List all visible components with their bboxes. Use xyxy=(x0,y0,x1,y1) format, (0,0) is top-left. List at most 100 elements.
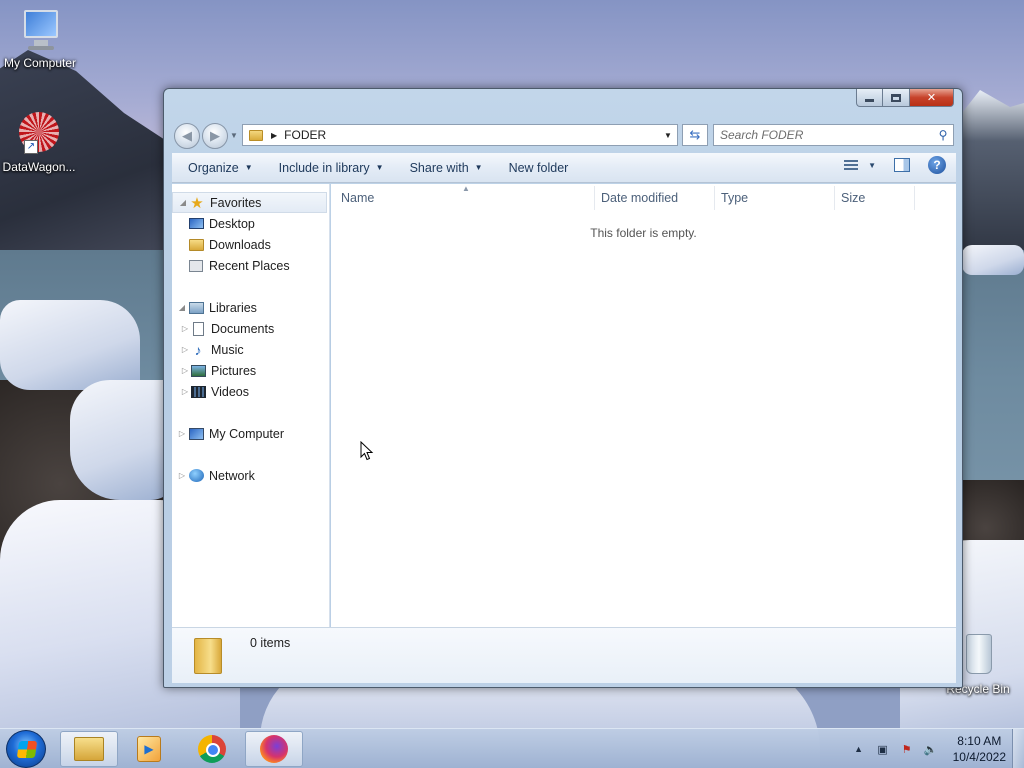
expand-triangle-icon[interactable]: ▷ xyxy=(180,387,190,396)
taskbar-chrome[interactable] xyxy=(183,731,241,767)
show-desktop-button[interactable] xyxy=(1012,729,1024,768)
navigation-pane: ◢ ★ Favorites Desktop Downloads Recent P… xyxy=(172,184,330,627)
nav-network[interactable]: ▷ Network xyxy=(172,465,329,486)
nav-item-label: Music xyxy=(211,342,244,357)
close-button[interactable]: ✕ xyxy=(910,89,954,107)
nav-item-label: Recent Places xyxy=(209,258,290,273)
media-player-icon: ▶ xyxy=(137,736,161,762)
nav-my-computer[interactable]: ▷ My Computer xyxy=(172,423,329,444)
search-box[interactable]: ⚲ xyxy=(713,124,954,146)
details-pane: 0 items xyxy=(172,627,956,683)
music-note-icon: ♪ xyxy=(194,341,202,358)
expand-triangle-icon[interactable]: ▷ xyxy=(180,324,190,333)
search-icon[interactable]: ⚲ xyxy=(933,128,953,142)
column-header-date-modified[interactable]: Date modified xyxy=(595,186,715,210)
new-folder-button[interactable]: New folder xyxy=(499,156,579,180)
recycle-bin-icon xyxy=(958,630,998,678)
nav-recent-places[interactable]: Recent Places xyxy=(172,255,329,276)
nav-downloads[interactable]: Downloads xyxy=(172,234,329,255)
expand-triangle-icon[interactable]: ▷ xyxy=(176,471,188,480)
nav-item-label: Downloads xyxy=(209,237,271,252)
nav-libraries[interactable]: ◢ Libraries xyxy=(172,297,329,318)
folder-icon xyxy=(249,129,263,141)
forward-arrow-icon: ▶ xyxy=(210,128,220,143)
column-header-size[interactable]: Size xyxy=(835,186,915,210)
nav-favorites-label: Favorites xyxy=(210,195,262,210)
include-in-library-menu[interactable]: Include in library ▼ xyxy=(269,156,394,180)
expand-triangle-icon[interactable]: ▷ xyxy=(180,366,190,375)
desktop-icon-my-computer[interactable]: My Computer xyxy=(0,8,80,70)
forward-button[interactable]: ▶ xyxy=(202,123,228,149)
clock[interactable]: 8:10 AM 10/4/2022 xyxy=(953,733,1006,765)
chevron-down-icon: ▼ xyxy=(375,163,384,172)
recent-pages-dropdown[interactable]: ▼ xyxy=(230,131,238,140)
documents-icon xyxy=(190,321,206,336)
action-center-flag-icon[interactable]: ⚑ xyxy=(899,741,915,757)
empty-folder-message: This folder is empty. xyxy=(590,226,697,240)
change-view-button[interactable]: ▼ xyxy=(844,160,876,170)
taskbar: ▶ ▲ ▣ ⚑ 🔈 8:10 AM 10/4/2022 xyxy=(0,728,1024,768)
minimize-icon xyxy=(865,99,874,102)
clock-date: 10/4/2022 xyxy=(952,750,1006,764)
search-input[interactable] xyxy=(714,128,933,142)
recent-places-icon xyxy=(188,259,204,273)
nav-item-label: Videos xyxy=(211,384,249,399)
videos-icon xyxy=(190,385,206,399)
share-with-label: Share with xyxy=(409,160,469,175)
item-count: 0 items xyxy=(250,636,291,650)
collapse-triangle-icon[interactable]: ◢ xyxy=(177,198,189,207)
column-headers: ▲ Name Date modified Type Size xyxy=(331,184,956,210)
show-hidden-icons-icon[interactable]: ▲ xyxy=(851,741,867,757)
volume-icon[interactable]: 🔈 xyxy=(923,741,939,757)
expand-triangle-icon[interactable]: ▷ xyxy=(180,345,190,354)
network-icon xyxy=(188,469,204,483)
explorer-window: ✕ ◀ ▶ ▼ ▶ FODER ▼ ⇆ ⚲ Organize ▼ Include … xyxy=(163,88,963,688)
downloads-folder-icon xyxy=(188,238,204,252)
help-icon: ? xyxy=(933,158,941,172)
column-header-type[interactable]: Type xyxy=(715,186,835,210)
desktop-icon xyxy=(188,217,204,231)
folder-icon xyxy=(192,634,224,674)
nav-desktop[interactable]: Desktop xyxy=(172,213,329,234)
help-button[interactable]: ? xyxy=(928,156,946,174)
nav-libraries-label: Libraries xyxy=(209,300,257,315)
taskbar-media-player[interactable]: ▶ xyxy=(120,731,178,767)
chevron-down-icon: ▼ xyxy=(474,163,483,172)
datawagon-shortcut-icon: ↗ xyxy=(16,110,62,156)
clock-time: 8:10 AM xyxy=(957,734,1002,748)
desktop-icon-datawagon[interactable]: ↗ DataWagon... xyxy=(0,110,79,174)
file-list-pane[interactable]: ▲ Name Date modified Type Size This fold… xyxy=(331,184,956,627)
nav-music[interactable]: ▷ ♪ Music xyxy=(172,339,329,360)
back-button[interactable]: ◀ xyxy=(174,123,200,149)
nav-item-label: Documents xyxy=(211,321,275,336)
address-dropdown-icon[interactable]: ▼ xyxy=(659,131,677,140)
start-button[interactable] xyxy=(6,730,46,768)
navigation-row: ◀ ▶ ▼ ▶ FODER ▼ ⇆ ⚲ xyxy=(172,121,956,149)
windows-explorer-icon xyxy=(74,737,104,761)
nav-favorites[interactable]: ◢ ★ Favorites xyxy=(172,192,327,213)
computer-icon xyxy=(18,8,62,52)
network-status-icon[interactable]: ▣ xyxy=(875,741,891,757)
collapse-triangle-icon[interactable]: ◢ xyxy=(176,303,188,312)
share-with-menu[interactable]: Share with ▼ xyxy=(400,156,493,180)
preview-pane-button[interactable] xyxy=(894,158,910,172)
mouse-cursor-icon xyxy=(360,441,374,461)
expand-triangle-icon[interactable]: ▷ xyxy=(176,429,188,438)
desktop-icon-label: My Computer xyxy=(3,56,77,70)
organize-menu[interactable]: Organize ▼ xyxy=(178,156,263,180)
address-bar[interactable]: ▶ FODER ▼ xyxy=(242,124,678,146)
refresh-button[interactable]: ⇆ xyxy=(682,124,708,146)
maximize-button[interactable] xyxy=(883,89,910,107)
taskbar-windows-explorer[interactable] xyxy=(60,731,118,767)
star-icon: ★ xyxy=(190,194,204,212)
taskbar-firefox[interactable] xyxy=(245,731,303,767)
sort-ascending-icon: ▲ xyxy=(462,184,470,193)
nav-pictures[interactable]: ▷ Pictures xyxy=(172,360,329,381)
nav-documents[interactable]: ▷ Documents xyxy=(172,318,329,339)
back-arrow-icon: ◀ xyxy=(182,128,192,143)
nav-videos[interactable]: ▷ Videos xyxy=(172,381,329,402)
nav-network-label: Network xyxy=(209,468,255,483)
breadcrumb-chevron-icon[interactable]: ▶ xyxy=(271,131,277,140)
minimize-button[interactable] xyxy=(856,89,883,107)
breadcrumb-current-folder[interactable]: FODER xyxy=(284,128,659,142)
